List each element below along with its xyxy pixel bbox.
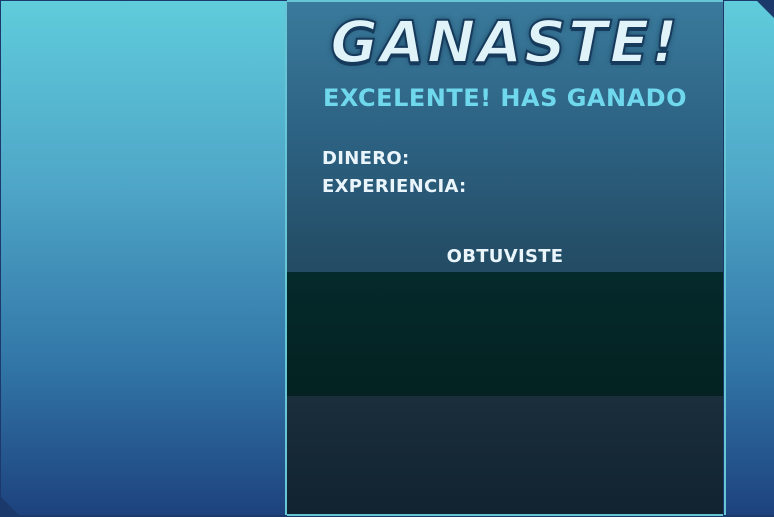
panel-top-border: [287, 0, 723, 2]
experience-label: EXPERIENCIA:: [322, 176, 467, 197]
money-label: DINERO:: [322, 148, 410, 169]
victory-subtitle: EXCELENTE! HAS GANADO: [323, 84, 687, 112]
panel-bottom-border: [287, 514, 723, 516]
right-side-panel: [724, 1, 774, 515]
panel-footer-area: [287, 396, 723, 514]
results-screen: GANASTE! EXCELENTE! HAS GANADO DINERO: E…: [0, 0, 774, 517]
obtained-label: OBTUVISTE: [446, 246, 564, 267]
victory-title: GANASTE!: [329, 8, 680, 76]
obtained-items-area: [287, 272, 723, 396]
left-side-panel: [1, 1, 287, 515]
